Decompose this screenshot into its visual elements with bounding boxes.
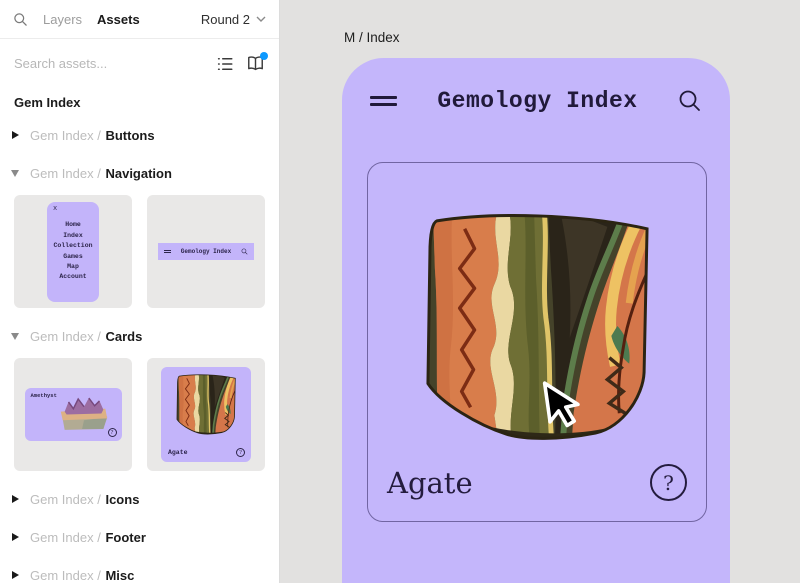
agate-image (413, 209, 661, 442)
tree-separator: / (97, 492, 101, 507)
design-canvas[interactable]: M / Index Gemology Index Agate ? (280, 0, 800, 583)
chevron-down-icon (256, 16, 266, 22)
tree-item-cards[interactable]: Gem Index / Cards (0, 317, 279, 355)
hamburger-icon (164, 248, 171, 255)
search-icon[interactable] (678, 89, 702, 113)
app-title: Gemology Index (397, 88, 678, 114)
mini-menu-item: Games (53, 252, 92, 262)
asset-thumb-agate-card[interactable]: Agate ? (147, 358, 265, 471)
notification-dot (260, 52, 268, 60)
caret-collapsed-icon[interactable] (9, 533, 21, 541)
navigation-thumbnails: x Home Index Collection Games Map Accoun… (0, 192, 279, 317)
mini-agate-card: Agate ? (161, 367, 251, 462)
tree-name: Footer (105, 530, 145, 545)
mini-navbar-preview: Gemology Index (158, 243, 254, 260)
hamburger-icon[interactable] (370, 92, 397, 110)
tab-assets[interactable]: Assets (97, 12, 140, 27)
caret-expanded-icon[interactable] (9, 333, 21, 340)
tree-prefix: Gem Index (30, 128, 94, 143)
tree-separator: / (97, 166, 101, 181)
gem-card[interactable]: Agate ? (367, 162, 707, 522)
caret-collapsed-icon[interactable] (9, 495, 21, 503)
frame-label[interactable]: M / Index (344, 30, 400, 45)
list-view-icon[interactable] (216, 55, 234, 73)
mini-menu-item: Index (53, 231, 92, 241)
tree-prefix: Gem Index (30, 568, 94, 583)
tree-name: Misc (105, 568, 134, 583)
mini-card-label: Agate (168, 449, 188, 456)
caret-expanded-icon[interactable] (9, 170, 21, 177)
tree-item-navigation[interactable]: Gem Index / Navigation (0, 154, 279, 192)
tree-name: Buttons (105, 128, 154, 143)
app-header: Gemology Index (342, 58, 730, 114)
cards-thumbnails: Amethyst ? Agate ? (0, 355, 279, 480)
mini-menu-preview: x Home Index Collection Games Map Accoun… (47, 202, 99, 302)
help-button[interactable]: ? (650, 464, 687, 501)
tab-layers[interactable]: Layers (43, 12, 82, 27)
search-icon (241, 248, 248, 255)
tree-name: Cards (105, 329, 142, 344)
asset-thumb-menu[interactable]: x Home Index Collection Games Map Accoun… (14, 195, 132, 308)
mini-menu-item: Account (53, 272, 92, 282)
tree-item-footer[interactable]: Gem Index / Footer (0, 518, 279, 556)
close-icon: x (53, 205, 57, 213)
mouse-cursor-icon (536, 375, 587, 437)
tree-separator: / (97, 568, 101, 583)
library-section-title: Gem Index (0, 82, 279, 116)
tree-prefix: Gem Index (30, 530, 94, 545)
mini-menu-item: Collection (53, 241, 92, 251)
mini-navbar-title: Gemology Index (174, 248, 238, 255)
agate-image (173, 373, 239, 435)
mini-menu-item: Map (53, 262, 92, 272)
tree-prefix: Gem Index (30, 329, 94, 344)
caret-collapsed-icon[interactable] (9, 571, 21, 579)
mini-amethyst-card: Amethyst ? (25, 388, 122, 441)
gem-card-footer: Agate ? (387, 464, 687, 501)
version-dropdown[interactable]: Round 2 (201, 12, 266, 27)
mini-menu-items: Home Index Collection Games Map Account (53, 220, 92, 282)
caret-collapsed-icon[interactable] (9, 131, 21, 139)
tree-name: Navigation (105, 166, 171, 181)
asset-search-row (0, 45, 279, 82)
search-assets-input[interactable] (14, 56, 204, 71)
asset-thumb-amethyst-card[interactable]: Amethyst ? (14, 358, 132, 471)
tree-prefix: Gem Index (30, 492, 94, 507)
tree-name: Icons (105, 492, 139, 507)
tree-separator: / (97, 128, 101, 143)
tree-item-misc[interactable]: Gem Index / Misc (0, 556, 279, 583)
version-label: Round 2 (201, 12, 250, 27)
tree-separator: / (97, 530, 101, 545)
panel-tab-bar: Layers Assets Round 2 (0, 0, 279, 39)
amethyst-image (55, 394, 113, 433)
help-icon: ? (236, 448, 245, 457)
search-icon[interactable] (13, 12, 28, 27)
mini-menu-item: Home (53, 220, 92, 230)
tree-item-buttons[interactable]: Gem Index / Buttons (0, 116, 279, 154)
mini-card-label: Amethyst (31, 392, 57, 399)
tree-prefix: Gem Index (30, 166, 94, 181)
tree-item-icons[interactable]: Gem Index / Icons (0, 480, 279, 518)
library-book-icon[interactable] (246, 54, 265, 73)
gem-name: Agate (387, 466, 473, 500)
mobile-frame[interactable]: Gemology Index Agate ? (342, 58, 730, 583)
tree-separator: / (97, 329, 101, 344)
help-icon: ? (108, 428, 117, 437)
assets-panel: Layers Assets Round 2 Gem Index Gem Inde… (0, 0, 280, 583)
asset-thumb-navbar[interactable]: Gemology Index (147, 195, 265, 308)
